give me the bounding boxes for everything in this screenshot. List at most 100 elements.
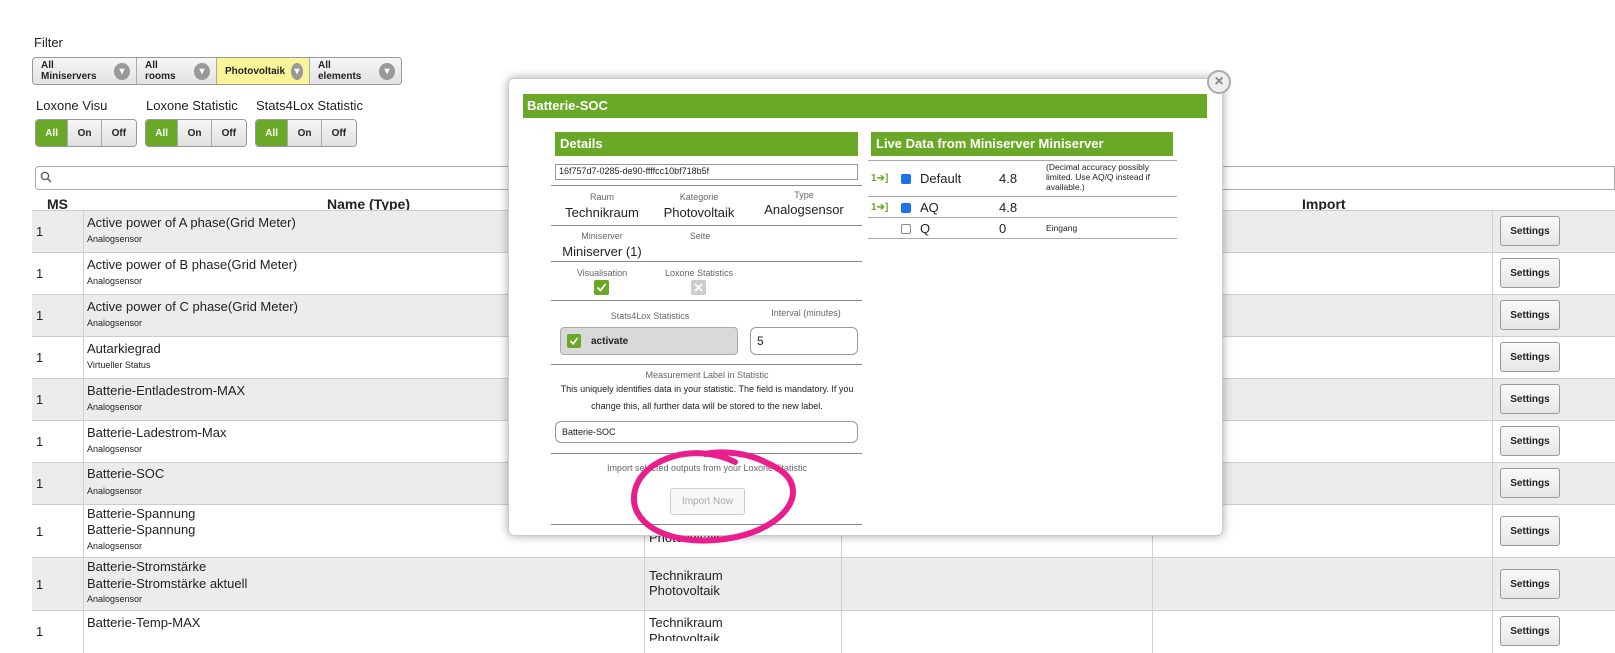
row-name-secondary: Batterie-Spannung: [87, 522, 196, 537]
activate-toggle[interactable]: activate: [560, 327, 738, 355]
live-output-value: 4.8: [999, 171, 1018, 186]
row-ms: 1: [36, 266, 44, 281]
live-output-name: Q: [920, 221, 931, 236]
row-category: Photovoltaik: [649, 631, 720, 641]
divider: [551, 261, 862, 262]
seite-label: Seite: [689, 231, 711, 241]
row-room: Technikraum: [649, 615, 723, 630]
close-icon[interactable]: ×: [1207, 70, 1231, 94]
filter-miniservers-dropdown[interactable]: All Miniservers ▾: [33, 58, 137, 84]
loxone-statistic-on[interactable]: On: [178, 120, 212, 146]
settings-button[interactable]: Settings: [1500, 216, 1560, 246]
row-name: Active power of A phase(Grid Meter): [87, 215, 296, 230]
row-ms: 1: [36, 434, 44, 449]
measurement-description-1: This uniquely identifies data in your st…: [560, 384, 854, 394]
filter-miniservers-label: All Miniservers: [41, 60, 97, 82]
highlight-annotation: [630, 449, 797, 544]
loxone-statistic-label: Loxone Statistic: [146, 98, 238, 113]
link-icon[interactable]: 1➔]: [871, 202, 888, 213]
live-output-note: Eingang: [1046, 223, 1078, 233]
filter-category-label: Photovoltaik: [225, 65, 286, 77]
filter-bar: All Miniservers ▾ All rooms ▾ Photovoltaik…: [32, 57, 402, 85]
stats4lox-statistics-label: Stats4Lox Statistics: [610, 311, 690, 321]
row-name: Batterie-Entladestrom-MAX: [87, 383, 246, 398]
measurement-label-title: Measurement Label in Statistic: [645, 370, 769, 380]
interval-input[interactable]: 5: [750, 327, 858, 355]
row-name: Batterie-Temp-MAX: [87, 615, 201, 630]
visualisation-label: Visualisation: [576, 268, 628, 278]
row-name-secondary: Batterie-Stromstärke aktuell: [87, 576, 248, 591]
row-name: Active power of B phase(Grid Meter): [87, 257, 298, 272]
settings-button[interactable]: Settings: [1500, 300, 1560, 330]
visualisation-checkbox[interactable]: [594, 280, 609, 295]
row-type: Virtueller Status: [87, 360, 151, 370]
row-type: Analogsensor: [87, 444, 143, 454]
row-ms: 1: [36, 224, 44, 239]
divider: [551, 364, 862, 365]
measurement-description-2: change this, all further data will be st…: [591, 401, 823, 411]
loxone-visu-off[interactable]: Off: [101, 120, 136, 146]
stats4lox-statistic-toggle: All On Off: [255, 119, 357, 147]
settings-button[interactable]: Settings: [1500, 426, 1560, 456]
filter-rooms-dropdown[interactable]: All rooms ▾: [137, 58, 217, 84]
miniserver-label: Miniserver: [581, 231, 623, 241]
live-output-value: 0: [999, 221, 1007, 236]
search-icon: [40, 171, 52, 183]
stats4lox-statistic-on[interactable]: On: [288, 120, 322, 146]
row-ms: 1: [36, 624, 44, 639]
stats4lox-statistic-all[interactable]: All: [256, 120, 289, 146]
settings-button[interactable]: Settings: [1500, 569, 1560, 599]
type-label: Type: [794, 190, 814, 200]
row-type: Analogsensor: [87, 234, 143, 244]
settings-button[interactable]: Settings: [1500, 468, 1560, 498]
row-name: Batterie-Spannung: [87, 506, 196, 521]
row-type: Analogsensor: [87, 486, 143, 496]
link-icon[interactable]: 1➔]: [871, 173, 888, 184]
uuid-field[interactable]: 16f757d7-0285-de90-ffffcc10bf718b5f: [555, 164, 858, 180]
loxone-statistics-label: Loxone Statistics: [664, 268, 734, 278]
settings-button[interactable]: Settings: [1500, 516, 1560, 546]
raum-value: Technikraum: [565, 205, 639, 220]
settings-button[interactable]: Settings: [1500, 616, 1560, 646]
row-ms: 1: [36, 476, 44, 491]
row-name: Batterie-Ladestrom-Max: [87, 425, 227, 440]
kategorie-value: Photovoltaik: [663, 205, 735, 220]
loxone-visu-toggle: All On Off: [35, 119, 137, 147]
activate-label: activate: [591, 335, 629, 347]
loxone-visu-label: Loxone Visu: [36, 98, 108, 113]
loxone-statistic-all[interactable]: All: [146, 120, 179, 146]
loxone-statistics-checkbox[interactable]: [691, 280, 706, 295]
row-ms: 1: [36, 392, 44, 407]
dialog-title: Batterie-SOC: [523, 94, 1207, 118]
details-header: Details: [555, 132, 858, 156]
row-ms: 1: [36, 350, 44, 365]
column-divider: [83, 210, 84, 653]
row-name: Batterie-Stromstärke: [87, 559, 207, 574]
table-row: [32, 610, 1615, 653]
stats4lox-statistic-off[interactable]: Off: [321, 120, 356, 146]
filter-rooms-label: All rooms: [145, 60, 176, 82]
chevron-down-icon: ▾: [114, 62, 130, 80]
aq-checkbox[interactable]: [901, 203, 911, 213]
miniserver-value: Miniserver (1): [562, 244, 642, 259]
settings-button[interactable]: Settings: [1500, 384, 1560, 414]
loxone-statistic-off[interactable]: Off: [211, 120, 246, 146]
table-row: [32, 557, 1615, 610]
settings-button[interactable]: Settings: [1500, 258, 1560, 288]
cross-icon: [694, 283, 703, 292]
default-checkbox[interactable]: [901, 174, 911, 184]
chevron-down-icon: ▾: [379, 62, 395, 80]
q-checkbox[interactable]: [901, 224, 911, 234]
filter-category-dropdown[interactable]: Photovoltaik ▾: [217, 58, 310, 84]
chevron-down-icon: ▾: [291, 62, 303, 80]
divider: [551, 185, 862, 186]
filter-elements-dropdown[interactable]: All elements ▾: [310, 58, 401, 84]
loxone-visu-on[interactable]: On: [68, 120, 102, 146]
settings-button[interactable]: Settings: [1500, 342, 1560, 372]
live-output-value: 4.8: [999, 200, 1018, 215]
loxone-visu-all[interactable]: All: [36, 120, 69, 146]
live-output-name: Default: [920, 171, 962, 186]
loxone-statistic-toggle: All On Off: [145, 119, 247, 147]
row-room: Technikraum: [649, 568, 723, 583]
checkmark-icon: [567, 334, 581, 348]
